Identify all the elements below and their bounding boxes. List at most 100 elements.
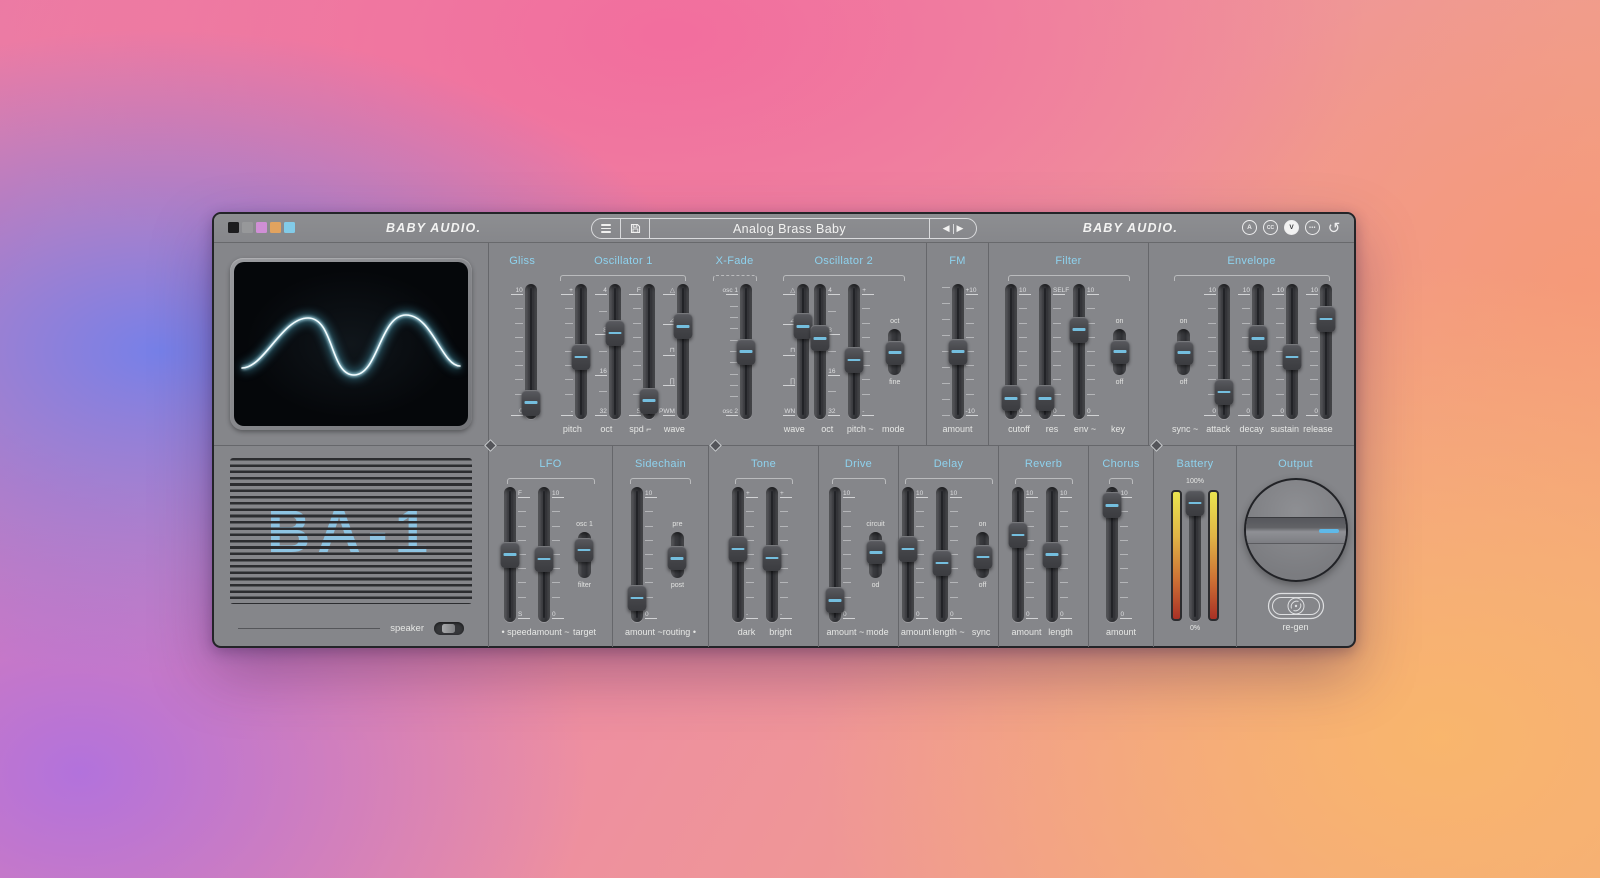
delay-sync-handle[interactable] [973, 545, 992, 569]
reverb-length-slider[interactable]: 100 [1044, 487, 1078, 622]
xfade-slider[interactable]: osc 1osc 2 [708, 284, 762, 419]
osc2-oct-slider[interactable]: 481632 [812, 284, 846, 419]
osc1-wave-rail[interactable] [677, 284, 689, 419]
tone-dark-rail[interactable] [732, 487, 744, 622]
lfo-amount-slider[interactable]: 100 [536, 487, 570, 622]
lfo-speed-slider[interactable]: FS [502, 487, 536, 622]
osc1-spd-rail[interactable] [643, 284, 655, 419]
filter-key-toggle[interactable]: onoff [1105, 284, 1135, 419]
filter-env-rail[interactable] [1073, 284, 1085, 419]
fm-amount-rail[interactable] [952, 284, 964, 419]
osc1-oct-slider[interactable]: 481632 [589, 284, 623, 419]
drive-amount-rail[interactable] [829, 487, 841, 622]
reverb-amount-slider[interactable]: 100 [1010, 487, 1044, 622]
chorus-amount-handle[interactable] [1103, 492, 1122, 518]
osc1-spd-handle[interactable] [639, 388, 658, 414]
drive-mode-toggle[interactable]: circuitod [861, 487, 891, 622]
env-sustain-rail[interactable] [1286, 284, 1298, 419]
reverb-amount-rail[interactable] [1012, 487, 1024, 622]
tone-dark-handle[interactable] [729, 536, 748, 562]
sidechain-routing-toggle[interactable]: prepost [662, 487, 692, 622]
lfo-speed-handle[interactable] [501, 542, 520, 568]
xfade-rail[interactable] [740, 284, 752, 419]
reverb-amount-handle[interactable] [1009, 522, 1028, 548]
preset-name[interactable]: Analog Brass Baby [650, 219, 929, 238]
drive-amount-handle[interactable] [826, 587, 845, 613]
lfo-amount-rail[interactable] [538, 487, 550, 622]
env-sustain-slider[interactable]: 100 [1267, 284, 1301, 419]
reverb-length-handle[interactable] [1043, 542, 1062, 568]
filter-res-handle[interactable] [1036, 385, 1055, 411]
fm-amount-slider[interactable]: +10-10 [932, 284, 984, 419]
tone-dark-slider[interactable]: +- [730, 487, 764, 622]
filter-env-slider[interactable]: 100 [1071, 284, 1105, 419]
cc-badge-icon[interactable]: CC [1263, 220, 1278, 235]
drive-mode-rail[interactable] [869, 532, 882, 578]
lfo-target-toggle[interactable]: osc 1filter [570, 487, 600, 622]
tone-bright-slider[interactable]: +- [764, 487, 798, 622]
delay-amount-rail[interactable] [902, 487, 914, 622]
delay-length-slider[interactable]: 100 [934, 487, 968, 622]
osc2-pitch-slider[interactable]: +- [846, 284, 880, 419]
delay-amount-handle[interactable] [899, 536, 918, 562]
env-decay-handle[interactable] [1249, 325, 1268, 351]
osc1-wave-handle[interactable] [673, 313, 692, 339]
env-attack-slider[interactable]: 100 [1199, 284, 1233, 419]
env-release-rail[interactable] [1320, 284, 1332, 419]
env-attack-handle[interactable] [1215, 379, 1234, 405]
sidechain-amount-slider[interactable]: 100 [628, 487, 662, 622]
output-knob[interactable] [1244, 478, 1348, 582]
xfade-handle[interactable] [737, 339, 756, 365]
env-decay-slider[interactable]: 100 [1233, 284, 1267, 419]
gliss-rail[interactable] [525, 284, 537, 419]
delay-amount-slider[interactable]: 100 [900, 487, 934, 622]
sidechain-amount-rail[interactable] [631, 487, 643, 622]
filter-key-rail[interactable] [1113, 329, 1126, 375]
prev-preset-button[interactable]: ◀ [943, 224, 950, 233]
osc1-oct-handle[interactable] [605, 320, 624, 346]
filter-key-handle[interactable] [1110, 340, 1129, 364]
save-button[interactable] [621, 219, 650, 238]
osc1-oct-rail[interactable] [609, 284, 621, 419]
next-preset-button[interactable]: ▶ [957, 224, 964, 233]
osc2-pitch-rail[interactable] [848, 284, 860, 419]
sidechain-routing-rail[interactable] [671, 532, 684, 578]
osc2-mode-handle[interactable] [885, 341, 904, 365]
lfo-amount-handle[interactable] [535, 546, 554, 572]
osc2-wave-rail[interactable] [797, 284, 809, 419]
lfo-target-handle[interactable] [575, 538, 594, 562]
a-badge-icon[interactable]: A [1242, 220, 1257, 235]
swatch-pink[interactable] [256, 222, 267, 233]
delay-length-rail[interactable] [936, 487, 948, 622]
env-sync-rail[interactable] [1177, 329, 1190, 375]
gliss-handle[interactable] [521, 390, 540, 416]
osc2-mode-toggle[interactable]: octfine [880, 284, 910, 419]
swatch-blue[interactable] [284, 222, 295, 233]
filter-cutoff-slider[interactable]: 100 [1003, 284, 1037, 419]
env-release-slider[interactable]: 100 [1301, 284, 1335, 419]
osc1-pitch-slider[interactable]: +- [555, 284, 589, 419]
osc2-pitch-handle[interactable] [845, 347, 864, 373]
gliss-slider[interactable]: 100 [505, 284, 539, 419]
env-sustain-handle[interactable] [1283, 344, 1302, 370]
chorus-amount-rail[interactable] [1106, 487, 1118, 622]
env-attack-rail[interactable] [1218, 284, 1230, 419]
osc1-wave-slider[interactable]: △⊿⊓∏PWM [657, 284, 691, 419]
delay-sync-rail[interactable] [976, 532, 989, 578]
tone-bright-handle[interactable] [763, 545, 782, 571]
env-sync-handle[interactable] [1174, 341, 1193, 365]
lfo-speed-rail[interactable] [504, 487, 516, 622]
fm-amount-handle[interactable] [948, 339, 967, 365]
menu-button[interactable] [592, 219, 621, 238]
filter-res-slider[interactable]: SELF0 [1037, 284, 1071, 419]
filter-env-handle[interactable] [1070, 317, 1089, 343]
battery-handle[interactable] [1186, 490, 1205, 516]
delay-sync-toggle[interactable]: onoff [968, 487, 998, 622]
sidechain-routing-handle[interactable] [668, 546, 687, 570]
env-decay-rail[interactable] [1252, 284, 1264, 419]
osc2-oct-handle[interactable] [811, 325, 830, 351]
reset-undo-icon[interactable]: ↺ [1326, 220, 1342, 235]
drive-mode-handle[interactable] [866, 540, 885, 564]
swatch-black[interactable] [228, 222, 239, 233]
filter-res-rail[interactable] [1039, 284, 1051, 419]
